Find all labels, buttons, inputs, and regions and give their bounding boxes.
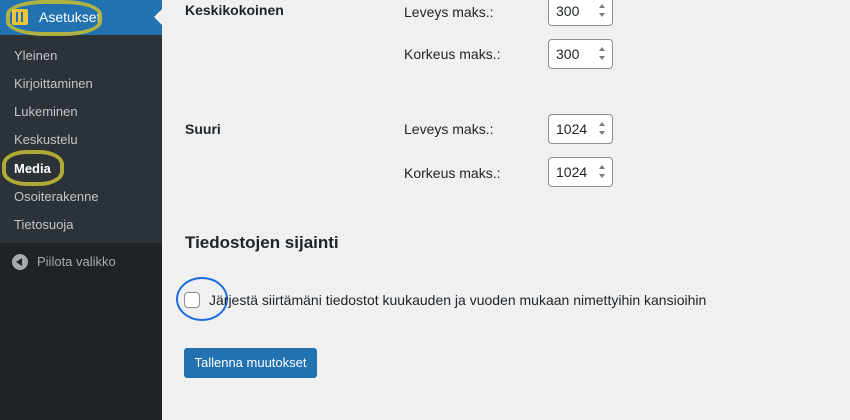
spinner-icon[interactable] xyxy=(597,121,607,137)
large-width-value: 1024 xyxy=(556,121,588,137)
medium-height-value: 300 xyxy=(556,46,580,62)
submenu-item-reading[interactable]: Lukeminen xyxy=(14,104,78,119)
medium-height-label: Korkeus maks.: xyxy=(404,46,501,62)
uploading-files-heading: Tiedostojen sijainti xyxy=(185,233,339,252)
organize-uploads-checkbox[interactable] xyxy=(184,292,200,308)
medium-width-label: Leveys maks.: xyxy=(404,4,494,20)
medium-height-input[interactable]: 300 xyxy=(548,39,613,69)
large-height-input[interactable]: 1024 xyxy=(548,157,613,187)
size-large-label: Suuri xyxy=(185,121,221,137)
collapse-arrow-icon xyxy=(12,253,28,270)
medium-width-input[interactable]: 300 xyxy=(548,0,613,26)
large-width-input[interactable]: 1024 xyxy=(548,114,613,144)
large-height-value: 1024 xyxy=(556,164,588,180)
medium-width-value: 300 xyxy=(556,3,580,19)
size-medium-label: Keskikokoinen xyxy=(185,2,284,18)
spinner-icon[interactable] xyxy=(597,164,607,180)
collapse-menu-button[interactable]: Piilota valikko xyxy=(12,253,116,270)
spinner-icon[interactable] xyxy=(597,3,607,19)
save-changes-button[interactable]: Tallenna muutokset xyxy=(184,348,317,378)
organize-uploads-label[interactable]: Järjestä siirtämäni tiedostot kuukauden … xyxy=(209,292,706,308)
current-menu-arrow-icon xyxy=(154,9,162,25)
settings-submenu: Yleinen Kirjoittaminen Lukeminen Keskust… xyxy=(0,35,162,243)
collapse-menu-label: Piilota valikko xyxy=(37,254,116,270)
large-height-label: Korkeus maks.: xyxy=(404,165,501,181)
large-width-label: Leveys maks.: xyxy=(404,121,494,137)
submenu-item-permalinks[interactable]: Osoiterakenne xyxy=(14,189,99,204)
submenu-item-discussion[interactable]: Keskustelu xyxy=(14,132,78,147)
submenu-item-general[interactable]: Yleinen xyxy=(14,48,57,63)
spinner-icon[interactable] xyxy=(597,46,607,62)
highlight-annotation xyxy=(6,0,102,36)
submenu-item-privacy[interactable]: Tietosuoja xyxy=(14,217,74,232)
highlight-annotation xyxy=(2,150,64,186)
admin-sidebar: Asetukset Yleinen Kirjoittaminen Lukemin… xyxy=(0,0,162,420)
submenu-item-writing[interactable]: Kirjoittaminen xyxy=(14,76,93,91)
